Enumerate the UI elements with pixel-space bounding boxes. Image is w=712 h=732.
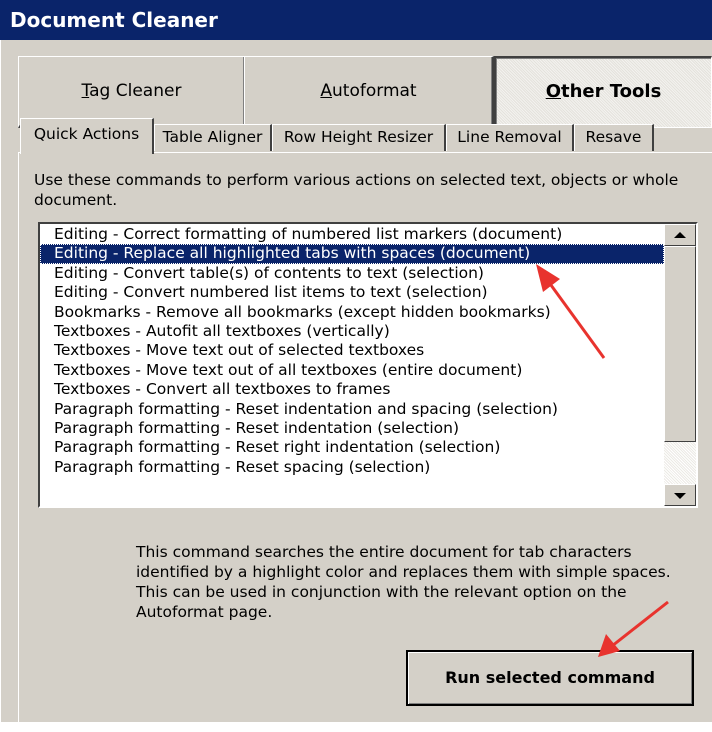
window-title: Document Cleaner: [10, 8, 218, 32]
list-item-selected[interactable]: Editing - Replace all highlighted tabs w…: [40, 244, 664, 264]
other-tools-label: ther Tools: [561, 81, 662, 102]
list-item[interactable]: Textboxes - Autofit all textboxes (verti…: [40, 322, 664, 341]
title-bar: Document Cleaner: [0, 0, 712, 40]
tab-resave[interactable]: Resave: [574, 124, 654, 151]
scroll-up-button[interactable]: [664, 224, 696, 246]
list-item[interactable]: Bookmarks - Remove all bookmarks (except…: [40, 303, 664, 322]
tab-line-removal[interactable]: Line Removal: [446, 124, 574, 151]
triangle-down-icon: [674, 493, 686, 499]
scroll-thumb[interactable]: [664, 246, 696, 442]
command-items: Editing - Correct formatting of numbered…: [40, 225, 664, 477]
tag-cleaner-mnemonic: T: [81, 81, 90, 101]
list-item[interactable]: Textboxes - Move text out of all textbox…: [40, 361, 664, 380]
tab-row-height-resizer[interactable]: Row Height Resizer: [272, 124, 446, 151]
triangle-up-icon: [674, 232, 686, 238]
list-item[interactable]: Editing - Correct formatting of numbered…: [40, 225, 664, 244]
autoformat-mnemonic: A: [320, 81, 333, 101]
other-tools-button[interactable]: Other Tools: [494, 56, 712, 128]
autoformat-button[interactable]: Autoformat: [244, 56, 494, 128]
list-item[interactable]: Editing - Convert table(s) of contents t…: [40, 264, 664, 283]
command-list[interactable]: Editing - Correct formatting of numbered…: [38, 222, 698, 508]
autoformat-label: utoformat: [332, 81, 417, 101]
scroll-down-button[interactable]: [664, 484, 696, 506]
command-info-text: This command searches the entire documen…: [136, 543, 671, 621]
tag-cleaner-label: ag Cleaner: [89, 81, 182, 101]
list-item[interactable]: Editing - Convert numbered list items to…: [40, 283, 664, 302]
vertical-scrollbar[interactable]: [664, 224, 696, 506]
list-item[interactable]: Textboxes - Move text out of selected te…: [40, 341, 664, 360]
tab-table-aligner[interactable]: Table Aligner: [154, 124, 272, 151]
list-item[interactable]: Paragraph formatting - Reset indentation…: [40, 419, 664, 438]
other-tools-mnemonic: O: [545, 81, 562, 102]
list-item[interactable]: Paragraph formatting - Reset indentation…: [40, 400, 664, 419]
tab-quick-actions[interactable]: Quick Actions: [20, 118, 154, 154]
list-item[interactable]: Paragraph formatting - Reset spacing (se…: [40, 458, 664, 477]
list-item[interactable]: Textboxes - Convert all textboxes to fra…: [40, 380, 664, 399]
run-selected-command-button[interactable]: Run selected command: [406, 650, 694, 706]
list-item[interactable]: Paragraph formatting - Reset right inden…: [40, 438, 664, 457]
